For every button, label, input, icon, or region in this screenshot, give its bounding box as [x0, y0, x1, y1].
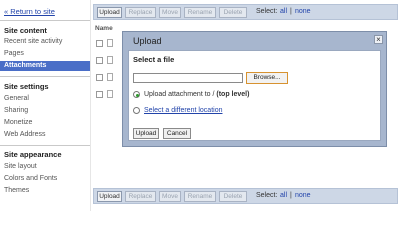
- file-icon: [107, 73, 113, 81]
- section-title-site-content: Site content: [4, 26, 47, 35]
- upload-button[interactable]: Upload: [97, 7, 122, 18]
- file-icon: [107, 90, 113, 98]
- select-label: Select:: [256, 8, 278, 15]
- bottom-toolbar: Upload Replace Move Rename Delete Select…: [93, 188, 398, 204]
- return-to-site-link[interactable]: « Return to site: [4, 7, 55, 16]
- radio-upload-label-bold: (top level): [216, 91, 250, 98]
- move-button[interactable]: Move: [159, 191, 181, 202]
- divider: [0, 145, 90, 146]
- sidebar: « Return to site Site content Recent sit…: [0, 0, 91, 211]
- sidebar-item-general[interactable]: General: [0, 94, 90, 104]
- radio-upload-top-level-label: Upload attachment to / (top level): [144, 91, 249, 98]
- divider: [0, 76, 90, 77]
- radio-upload-label-text: Upload attachment to /: [144, 91, 217, 98]
- file-path-input[interactable]: [133, 73, 243, 83]
- radio-selected-dot: [135, 93, 139, 97]
- dialog-body: Select a file Browse... Upload attachmen…: [128, 50, 381, 141]
- select-file-label: Select a file: [133, 55, 175, 64]
- select-none-link[interactable]: none: [295, 192, 311, 199]
- file-icon: [107, 39, 113, 47]
- radio-upload-top-level[interactable]: [133, 91, 140, 98]
- select-label: Select:: [256, 192, 278, 199]
- sidebar-item-themes[interactable]: Themes: [0, 186, 90, 196]
- sidebar-item-pages[interactable]: Pages: [0, 49, 90, 59]
- sidebar-item-monetize[interactable]: Monetize: [0, 118, 90, 128]
- row-checkbox[interactable]: [96, 57, 103, 64]
- row-checkbox[interactable]: [96, 91, 103, 98]
- row-checkbox[interactable]: [96, 40, 103, 47]
- select-separator: |: [290, 192, 292, 199]
- close-icon[interactable]: ×: [374, 35, 383, 44]
- select-none-link[interactable]: none: [295, 8, 311, 15]
- row-checkbox[interactable]: [96, 74, 103, 81]
- top-toolbar: Upload Replace Move Rename Delete Select…: [93, 4, 398, 20]
- divider: [0, 20, 90, 21]
- dialog-cancel-button[interactable]: Cancel: [163, 128, 191, 139]
- move-button[interactable]: Move: [159, 7, 181, 18]
- section-title-site-appearance: Site appearance: [4, 150, 62, 159]
- replace-button[interactable]: Replace: [125, 7, 156, 18]
- radio-different-location[interactable]: [133, 107, 140, 114]
- delete-button[interactable]: Delete: [219, 7, 247, 18]
- rename-button[interactable]: Rename: [184, 191, 216, 202]
- rename-button[interactable]: Rename: [184, 7, 216, 18]
- select-all-link[interactable]: all: [280, 8, 287, 15]
- replace-button[interactable]: Replace: [125, 191, 156, 202]
- dialog-title: Upload: [133, 36, 162, 46]
- sidebar-item-colors-and-fonts[interactable]: Colors and Fonts: [0, 174, 90, 184]
- column-header-name[interactable]: Name: [95, 25, 113, 32]
- sidebar-item-recent-site-activity[interactable]: Recent site activity: [0, 37, 90, 47]
- select-separator: |: [290, 8, 292, 15]
- delete-button[interactable]: Delete: [219, 191, 247, 202]
- section-title-site-settings: Site settings: [4, 82, 49, 91]
- sidebar-item-sharing[interactable]: Sharing: [0, 106, 90, 116]
- browse-button[interactable]: Browse...: [246, 72, 288, 84]
- select-all-link[interactable]: all: [280, 192, 287, 199]
- dialog-upload-button[interactable]: Upload: [133, 128, 159, 139]
- file-icon: [107, 56, 113, 64]
- sidebar-item-web-address[interactable]: Web Address: [0, 130, 90, 140]
- sidebar-item-attachments[interactable]: Attachments: [0, 61, 90, 71]
- upload-dialog: Upload × Select a file Browse... Upload …: [122, 31, 387, 147]
- sidebar-item-site-layout[interactable]: Site layout: [0, 162, 90, 172]
- upload-button[interactable]: Upload: [97, 191, 122, 202]
- select-location-link[interactable]: Select a different location: [144, 107, 222, 114]
